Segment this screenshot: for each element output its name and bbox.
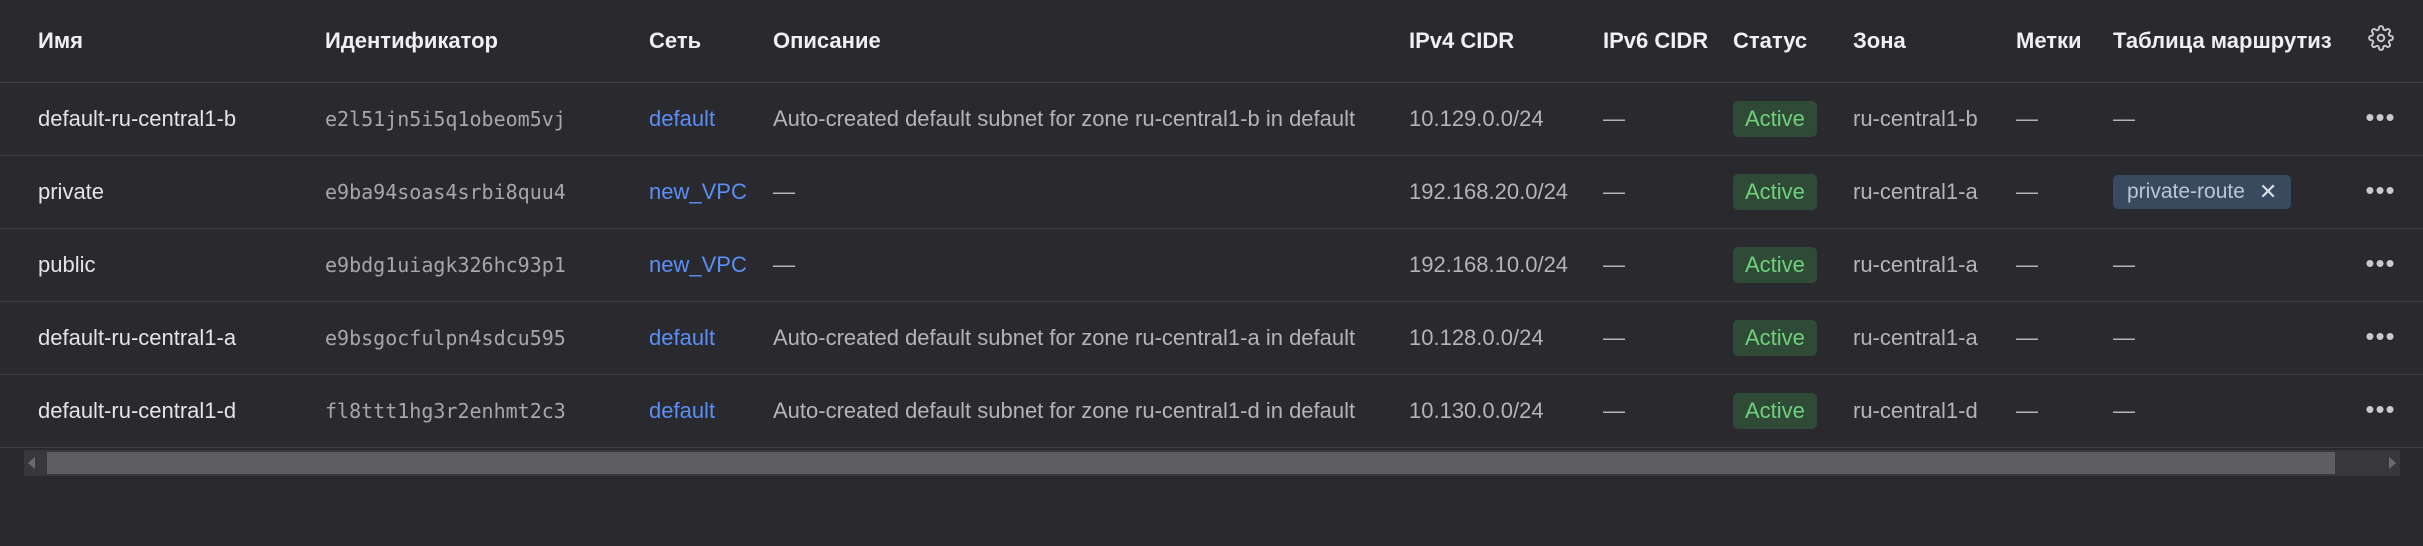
route-table: — <box>2103 228 2338 302</box>
table-header-row: Имя Идентификатор Сеть Описание IPv4 CID… <box>0 0 2423 83</box>
ipv6-cidr: — <box>1593 301 1723 375</box>
route-table-tag-label: private-route <box>2127 180 2245 203</box>
table-row[interactable]: public e9bdg1uiagk326hc93p1 new_VPC — 19… <box>0 228 2423 302</box>
route-table: — <box>2103 374 2338 448</box>
subnet-description: — <box>763 155 1399 229</box>
more-horizontal-icon[interactable]: ••• <box>2365 177 2395 203</box>
subnet-id: e2l51jn5i5q1obeom5vj <box>315 82 639 156</box>
column-header-ipv4[interactable]: IPv4 CIDR <box>1399 0 1593 83</box>
subnet-name[interactable]: default-ru-central1-d <box>0 374 315 448</box>
more-horizontal-icon[interactable]: ••• <box>2365 396 2395 422</box>
zone: ru-central1-a <box>1843 301 2006 375</box>
ipv4-cidr: 192.168.10.0/24 <box>1399 228 1593 302</box>
table-row[interactable]: default-ru-central1-b e2l51jn5i5q1obeom5… <box>0 82 2423 156</box>
ipv6-cidr: — <box>1593 374 1723 448</box>
network-link[interactable]: new_VPC <box>639 228 763 302</box>
labels: — <box>2006 374 2103 448</box>
labels: — <box>2006 228 2103 302</box>
ipv4-cidr: 192.168.20.0/24 <box>1399 155 1593 229</box>
zone: ru-central1-d <box>1843 374 2006 448</box>
subnet-id: e9bdg1uiagk326hc93p1 <box>315 228 639 302</box>
subnets-table: Имя Идентификатор Сеть Описание IPv4 CID… <box>0 0 2423 448</box>
table-row[interactable]: default-ru-central1-a e9bsgocfulpn4sdcu5… <box>0 301 2423 375</box>
more-horizontal-icon[interactable]: ••• <box>2365 104 2395 130</box>
status-badge: Active <box>1733 320 1817 356</box>
subnet-id: e9bsgocfulpn4sdcu595 <box>315 301 639 375</box>
status-badge: Active <box>1733 393 1817 429</box>
network-link[interactable]: new_VPC <box>639 155 763 229</box>
zone: ru-central1-a <box>1843 228 2006 302</box>
row-actions-cell: ••• <box>2338 374 2423 448</box>
route-table-tag[interactable]: private-route ✕ <box>2113 175 2292 209</box>
ipv6-cidr: — <box>1593 155 1723 229</box>
table-settings-button[interactable] <box>2338 0 2423 83</box>
scrollbar-thumb[interactable] <box>47 452 2335 474</box>
ipv4-cidr: 10.129.0.0/24 <box>1399 82 1593 156</box>
status-cell: Active <box>1723 301 1843 375</box>
row-actions-cell: ••• <box>2338 82 2423 156</box>
subnet-description: Auto-created default subnet for zone ru-… <box>763 301 1399 375</box>
close-icon[interactable]: ✕ <box>2259 179 2277 205</box>
subnet-name[interactable]: public <box>0 228 315 302</box>
ipv4-cidr: 10.128.0.0/24 <box>1399 301 1593 375</box>
column-header-name[interactable]: Имя <box>0 0 315 83</box>
route-table: — <box>2103 82 2338 156</box>
subnet-name[interactable]: default-ru-central1-b <box>0 82 315 156</box>
column-header-route-table[interactable]: Таблица маршрутиз <box>2103 0 2338 83</box>
column-header-id[interactable]: Идентификатор <box>315 0 639 83</box>
subnet-id: fl8ttt1hg3r2enhmt2c3 <box>315 374 639 448</box>
labels: — <box>2006 155 2103 229</box>
network-link[interactable]: default <box>639 82 763 156</box>
status-badge: Active <box>1733 174 1817 210</box>
status-cell: Active <box>1723 155 1843 229</box>
subnet-name[interactable]: default-ru-central1-a <box>0 301 315 375</box>
status-cell: Active <box>1723 374 1843 448</box>
subnet-name[interactable]: private <box>0 155 315 229</box>
labels: — <box>2006 301 2103 375</box>
gear-icon[interactable] <box>2367 25 2394 51</box>
subnet-description: Auto-created default subnet for zone ru-… <box>763 82 1399 156</box>
column-header-status[interactable]: Статус <box>1723 0 1843 83</box>
row-actions-cell: ••• <box>2338 301 2423 375</box>
column-header-ipv6[interactable]: IPv6 CIDR <box>1593 0 1723 83</box>
status-cell: Active <box>1723 82 1843 156</box>
status-cell: Active <box>1723 228 1843 302</box>
horizontal-scrollbar[interactable] <box>24 450 2400 476</box>
row-actions-cell: ••• <box>2338 155 2423 229</box>
status-badge: Active <box>1733 247 1817 283</box>
zone: ru-central1-b <box>1843 82 2006 156</box>
scroll-right-arrow-icon[interactable] <box>2389 457 2396 469</box>
table-row[interactable]: default-ru-central1-d fl8ttt1hg3r2enhmt2… <box>0 374 2423 448</box>
scroll-left-arrow-icon[interactable] <box>28 457 35 469</box>
route-table: private-route ✕ <box>2103 155 2338 229</box>
labels: — <box>2006 82 2103 156</box>
column-header-zone[interactable]: Зона <box>1843 0 2006 83</box>
subnets-table-container: Имя Идентификатор Сеть Описание IPv4 CID… <box>0 0 2423 546</box>
subnet-description: — <box>763 228 1399 302</box>
zone: ru-central1-a <box>1843 155 2006 229</box>
column-header-labels[interactable]: Метки <box>2006 0 2103 83</box>
ipv6-cidr: — <box>1593 82 1723 156</box>
status-badge: Active <box>1733 101 1817 137</box>
column-header-description[interactable]: Описание <box>763 0 1399 83</box>
column-header-network[interactable]: Сеть <box>639 0 763 83</box>
network-link[interactable]: default <box>639 301 763 375</box>
more-horizontal-icon[interactable]: ••• <box>2365 250 2395 276</box>
ipv6-cidr: — <box>1593 228 1723 302</box>
subnet-description: Auto-created default subnet for zone ru-… <box>763 374 1399 448</box>
row-actions-cell: ••• <box>2338 228 2423 302</box>
more-horizontal-icon[interactable]: ••• <box>2365 323 2395 349</box>
subnet-id: e9ba94soas4srbi8quu4 <box>315 155 639 229</box>
table-row[interactable]: private e9ba94soas4srbi8quu4 new_VPC — 1… <box>0 155 2423 229</box>
ipv4-cidr: 10.130.0.0/24 <box>1399 374 1593 448</box>
network-link[interactable]: default <box>639 374 763 448</box>
route-table: — <box>2103 301 2338 375</box>
